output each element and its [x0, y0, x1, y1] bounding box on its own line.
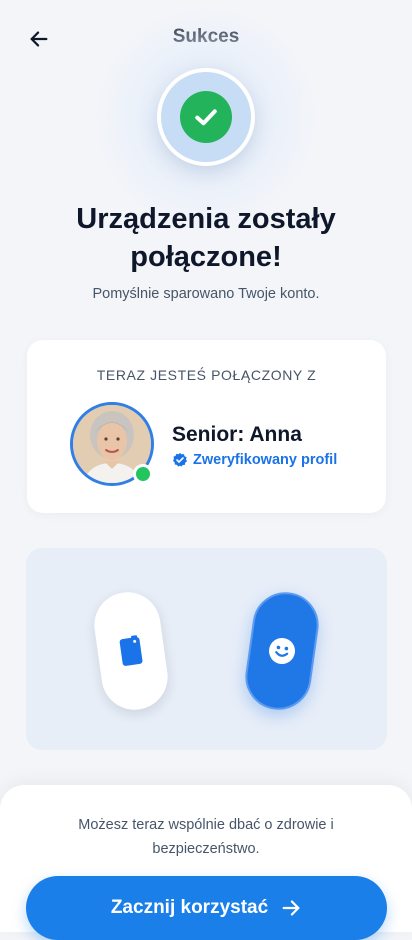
start-button-label: Zacznij korzystać — [110, 897, 269, 918]
success-title: Urządzenia zostały połączone! — [76, 203, 336, 273]
connection-label: TERAZ JESTEŚ POŁĄCZONY Z — [96, 367, 317, 383]
bottom-sheet: Możesz teraz wspólnie dbać o zdrowie i b… — [0, 785, 412, 940]
caregiver-device — [90, 587, 172, 715]
phone-tag-icon — [119, 635, 143, 666]
online-status-dot — [133, 464, 153, 484]
bottom-message: Możesz teraz wspólnie dbać o zdrowie i b… — [78, 817, 334, 857]
verified-label: Zweryfikowany profil — [193, 452, 338, 468]
devices-illustration — [26, 548, 387, 750]
verified-badge: Zweryfikowany profil — [172, 452, 337, 468]
success-badge — [157, 68, 255, 166]
senior-device — [241, 587, 323, 715]
success-subtitle: Pomyślnie sparowano Twoje konto. — [92, 286, 320, 302]
avatar-container — [70, 402, 154, 486]
smiley-icon — [269, 638, 295, 664]
verified-icon — [173, 453, 187, 467]
start-button[interactable]: Zacznij korzystać — [26, 876, 387, 940]
senior-name: Senior: Anna — [172, 423, 302, 446]
connection-card: TERAZ JESTEŚ POŁĄCZONY Z Senior: Anna Zw… — [27, 340, 386, 513]
check-circle-icon — [180, 91, 232, 143]
arrow-right-icon — [282, 900, 300, 916]
